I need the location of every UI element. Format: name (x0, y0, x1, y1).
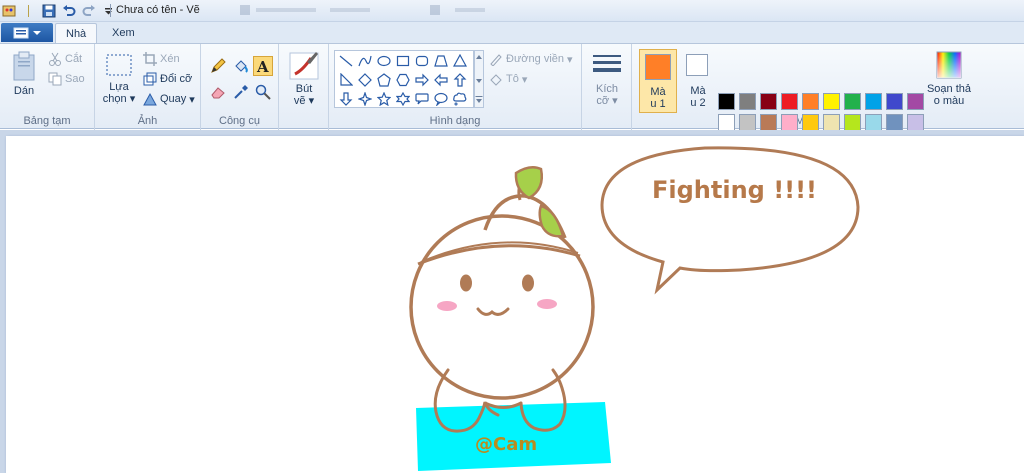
left-eye (460, 274, 472, 292)
sign-text: @Cam (475, 434, 538, 455)
right-eye (522, 274, 534, 292)
right-blush (537, 299, 557, 309)
speech-text: Fighting !!!! (652, 176, 817, 204)
drawing-layer (409, 146, 860, 471)
mouth (476, 307, 510, 316)
speech-bubble (600, 146, 860, 295)
left-blush (437, 301, 457, 311)
